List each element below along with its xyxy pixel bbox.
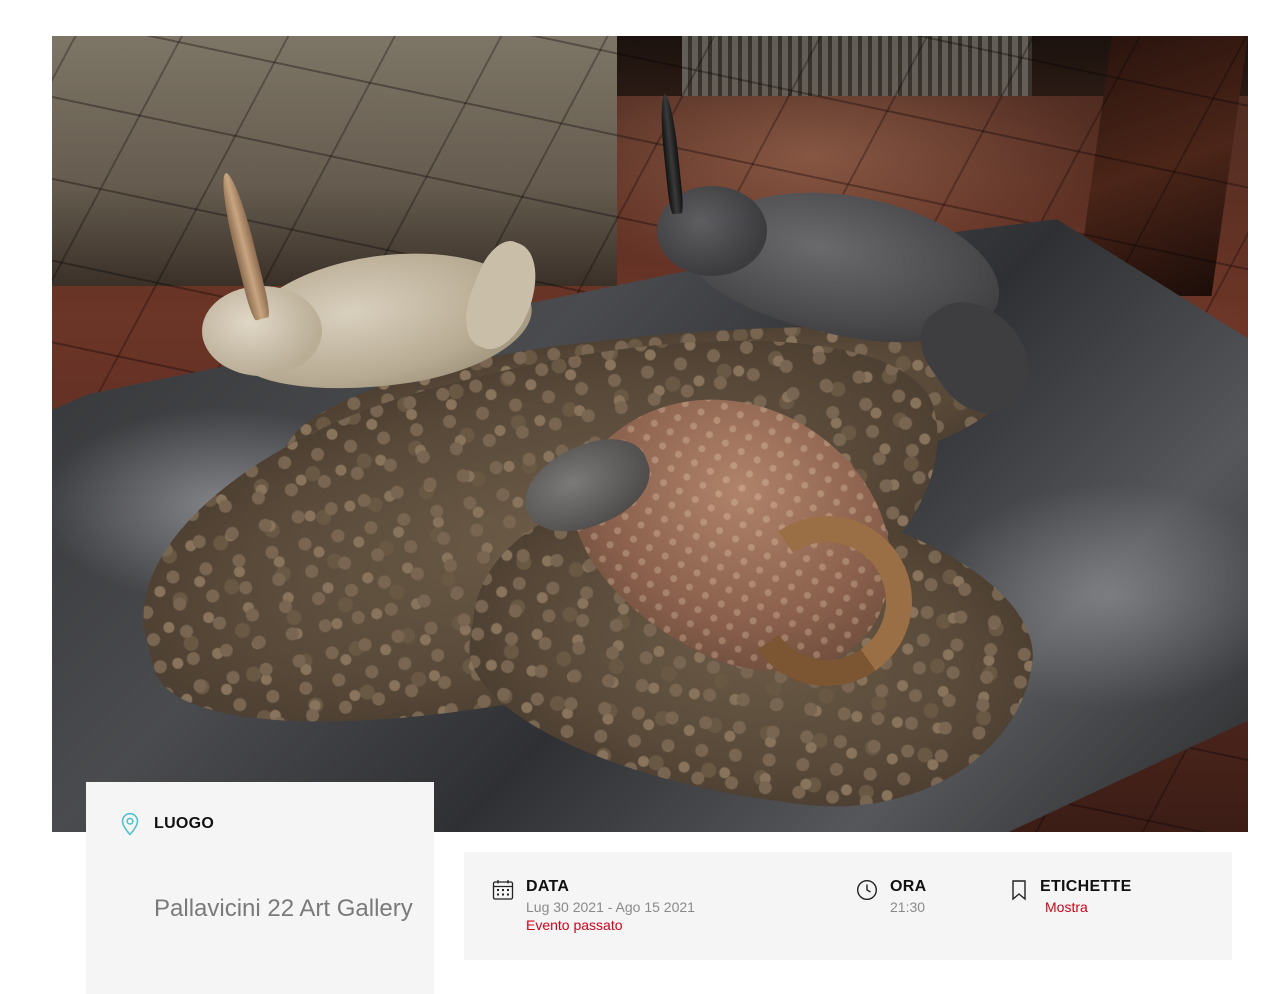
tags-detail: ETICHETTE Mostra: [1010, 878, 1132, 916]
time-heading: ORA: [890, 878, 927, 895]
date-text: DATA Lug 30 2021 - Ago 15 2021 Evento pa…: [526, 878, 695, 934]
time-detail: ORA 21:30: [856, 878, 926, 916]
event-status: Evento passato: [526, 917, 623, 933]
event-hero-image: [52, 36, 1248, 832]
event-details-bar: DATA Lug 30 2021 - Ago 15 2021 Evento pa…: [464, 852, 1232, 960]
time-value: 21:30: [890, 899, 926, 915]
location-heading: LUOGO: [154, 815, 215, 832]
location-card: LUOGO Pallavicini 22 Art Gallery: [86, 782, 434, 994]
clock-icon: [856, 879, 878, 901]
map-pin-icon: [120, 812, 140, 836]
calendar-icon: [492, 879, 514, 901]
date-range: Lug 30 2021 - Ago 15 2021: [526, 899, 695, 915]
location-heading-row: LUOGO: [120, 812, 214, 836]
tag-link-mostra[interactable]: Mostra: [1045, 898, 1132, 916]
date-detail: DATA Lug 30 2021 - Ago 15 2021 Evento pa…: [492, 878, 695, 934]
tags-heading: ETICHETTE: [1040, 878, 1132, 895]
location-name-link[interactable]: Pallavicini 22 Art Gallery: [154, 894, 414, 924]
bookmark-icon: [1010, 879, 1028, 901]
time-text: ORA 21:30: [890, 878, 926, 916]
tags-text: ETICHETTE Mostra: [1040, 878, 1132, 916]
date-heading: DATA: [526, 878, 570, 895]
